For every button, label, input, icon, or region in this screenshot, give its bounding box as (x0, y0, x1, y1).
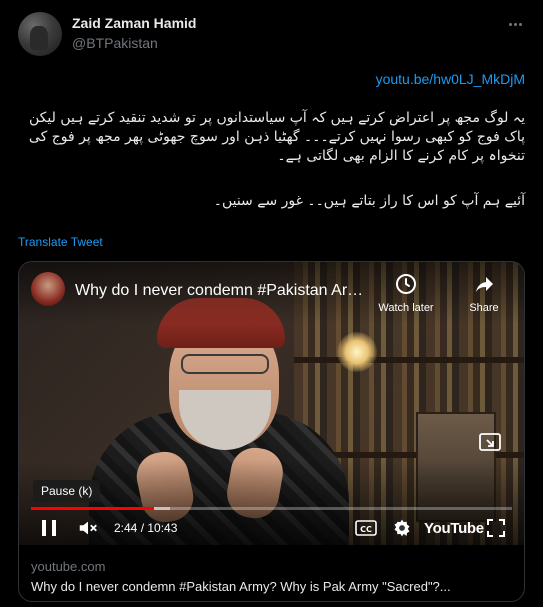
fullscreen-button[interactable] (487, 517, 505, 539)
tweet-link[interactable]: youtu.be/hw0LJ_MkDjM (376, 71, 525, 87)
link-card[interactable]: Why do I never condemn #Pakistan Army? W… (18, 261, 525, 602)
clock-icon (396, 274, 416, 294)
tweet-text-paragraph-2: آئیے ہم آپ کو اس کا راز بتاتے ہیں۔۔ غور … (213, 193, 525, 209)
tweet: Zaid Zaman Hamid @BTPakistan youtu.be/hw… (0, 0, 543, 607)
pause-button[interactable] (41, 517, 57, 539)
captions-button[interactable]: CC (355, 517, 377, 539)
author-avatar[interactable] (18, 12, 62, 56)
svg-text:CC: CC (360, 525, 372, 534)
share-arrow-icon (476, 277, 493, 292)
played-bar (31, 507, 154, 510)
mute-button[interactable] (77, 517, 99, 539)
muted-speaker-icon (79, 521, 97, 535)
channel-avatar[interactable] (31, 272, 65, 306)
share-button[interactable]: Share (453, 272, 515, 314)
pause-tooltip: Pause (k) (33, 480, 101, 502)
fullscreen-icon (487, 519, 505, 537)
card-title: Why do I never condemn #Pakistan Army? W… (31, 579, 451, 594)
tweet-text-paragraph-1: یہ لوگ مجھ پر اعتراض کرتے ہیں کہ آپ سیاس… (28, 110, 525, 164)
watch-later-button[interactable]: Watch later (375, 272, 437, 314)
share-label: Share (469, 302, 499, 314)
translate-tweet-link[interactable]: Translate Tweet (18, 235, 103, 249)
author-name[interactable]: Zaid Zaman Hamid (72, 15, 196, 31)
card-domain: youtube.com (31, 559, 106, 574)
more-options-button[interactable] (505, 14, 525, 34)
card-meta[interactable]: youtube.com Why do I never condemn #Paki… (19, 545, 524, 601)
captions-icon: CC (355, 520, 377, 536)
youtube-logo[interactable]: YouTube (424, 517, 484, 539)
progress-bar[interactable] (31, 507, 512, 510)
gear-icon (394, 519, 410, 537)
settings-button[interactable] (392, 517, 412, 539)
more-icon (508, 22, 522, 26)
cast-icon[interactable] (478, 430, 502, 454)
pause-icon (42, 520, 56, 536)
video-title[interactable]: Why do I never condemn #Pakistan Army? W… (75, 282, 365, 300)
time-display: 2:44 / 10:43 (114, 521, 178, 535)
video-player[interactable]: Why do I never condemn #Pakistan Army? W… (19, 262, 524, 545)
author-handle[interactable]: @BTPakistan (72, 35, 158, 51)
watch-later-label: Watch later (378, 302, 434, 314)
